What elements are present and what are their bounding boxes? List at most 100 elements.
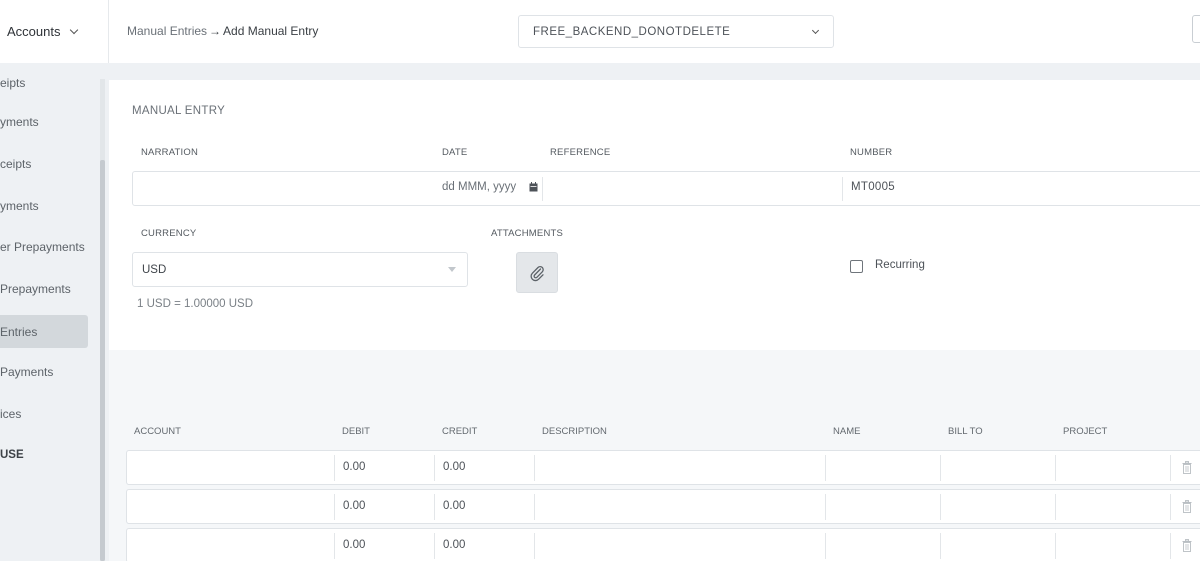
- narration-label: NARRATION: [141, 147, 199, 158]
- account-cell[interactable]: [127, 451, 333, 484]
- cell-divider: [1055, 533, 1056, 559]
- exchange-rate-text: 1 USD = 1.00000 USD: [137, 298, 254, 310]
- organization-select[interactable]: FREE_BACKEND_DONOTDELETE: [518, 15, 834, 48]
- sidebar-item-customer-prepayments[interactable]: er Prepayments: [0, 230, 88, 263]
- cell-divider: [825, 533, 826, 559]
- number-label: NUMBER: [850, 147, 893, 158]
- breadcrumb-parent-link[interactable]: Manual Entries: [127, 24, 207, 38]
- manual-entry-card: [109, 80, 1200, 350]
- arrow-right-icon: →: [209, 24, 222, 38]
- calendar-icon[interactable]: [529, 182, 538, 192]
- column-header-bill-to: BILL TO: [948, 426, 983, 437]
- attachments-label: ATTACHMENTS: [491, 228, 564, 239]
- cell-divider: [1170, 455, 1171, 481]
- column-header-debit: DEBIT: [342, 426, 370, 437]
- cell-divider: [534, 455, 535, 481]
- cell-divider: [940, 533, 941, 559]
- field-divider: [542, 177, 543, 201]
- sidebar-scrollbar-thumb[interactable]: [100, 160, 105, 561]
- cell-divider: [434, 455, 435, 481]
- chevron-down-icon: [70, 25, 79, 34]
- recurring-label: Recurring: [875, 259, 925, 271]
- date-input[interactable]: dd MMM, yyyy: [442, 181, 516, 193]
- accounts-menu-label: Accounts: [7, 24, 61, 39]
- sidebar-item-label: eipts: [0, 75, 26, 90]
- sidebar-item-invoices[interactable]: ices: [0, 397, 88, 430]
- sidebar-item-receipts[interactable]: eipts: [0, 66, 88, 99]
- currency-select[interactable]: USD: [132, 252, 468, 287]
- account-cell[interactable]: [127, 529, 333, 561]
- top-right-button[interactable]: [1192, 15, 1200, 43]
- trash-icon[interactable]: [1182, 461, 1192, 474]
- currency-label: CURRENCY: [141, 228, 197, 239]
- column-header-credit: CREDIT: [442, 426, 478, 437]
- credit-cell[interactable]: 0.00: [443, 539, 465, 551]
- top-bar: Accounts Manual Entries → Add Manual Entry…: [0, 0, 1200, 63]
- date-label: DATE: [442, 147, 468, 158]
- table-row: 0.00 0.00: [126, 528, 1200, 561]
- field-divider: [842, 177, 843, 201]
- sidebar-item-label: ices: [0, 406, 22, 421]
- chevron-down-icon: [811, 26, 820, 35]
- sidebar-item-label: yments: [0, 198, 39, 213]
- breadcrumb: Manual Entries → Add Manual Entry: [127, 24, 318, 38]
- cell-divider: [334, 455, 335, 481]
- debit-cell[interactable]: 0.00: [343, 461, 365, 473]
- sidebar-item-label: Prepayments: [0, 281, 71, 296]
- sidebar-item-receipts-2[interactable]: ceipts: [0, 147, 88, 180]
- credit-cell[interactable]: 0.00: [443, 461, 465, 473]
- column-header-project: PROJECT: [1063, 426, 1108, 437]
- recurring-checkbox[interactable]: [850, 260, 863, 273]
- cell-divider: [940, 494, 941, 520]
- credit-cell[interactable]: 0.00: [443, 500, 465, 512]
- organization-value: FREE_BACKEND_DONOTDELETE: [533, 25, 731, 38]
- sidebar-item-label: Entries: [0, 324, 38, 339]
- sidebar-item-payments[interactable]: yments: [0, 105, 88, 138]
- section-title: MANUAL ENTRY: [132, 105, 226, 117]
- cell-divider: [1055, 494, 1056, 520]
- sidebar-item-supplier-prepayments[interactable]: Prepayments: [0, 272, 88, 305]
- debit-cell[interactable]: 0.00: [343, 539, 365, 551]
- cell-divider: [334, 533, 335, 559]
- breadcrumb-current: Add Manual Entry: [223, 24, 319, 38]
- sidebar-item-manual-entries[interactable]: Entries: [0, 315, 88, 348]
- trash-icon[interactable]: [1182, 500, 1192, 513]
- reference-label: REFERENCE: [550, 147, 611, 158]
- column-header-account: ACCOUNT: [134, 426, 181, 437]
- table-row: 0.00 0.00: [126, 450, 1200, 485]
- sidebar-item-label: ceipts: [0, 156, 32, 171]
- sidebar-item-label: USE: [0, 448, 24, 461]
- sidebar-item-payments-2[interactable]: yments: [0, 189, 88, 222]
- accounts-menu-button[interactable]: Accounts: [0, 0, 109, 63]
- sidebar-item-batch-payments[interactable]: Payments: [0, 355, 88, 388]
- caret-down-icon: [448, 267, 456, 272]
- narration-input[interactable]: [133, 172, 433, 205]
- table-row: 0.00 0.00: [126, 489, 1200, 524]
- number-input[interactable]: MT0005: [851, 181, 895, 193]
- cell-divider: [434, 533, 435, 559]
- cell-divider: [534, 494, 535, 520]
- sidebar-item-label: er Prepayments: [0, 239, 85, 254]
- cell-divider: [1170, 533, 1171, 559]
- cell-divider: [825, 455, 826, 481]
- cell-divider: [1055, 455, 1056, 481]
- sidebar-item-label: yments: [0, 114, 39, 129]
- account-cell[interactable]: [127, 490, 333, 523]
- column-header-name: NAME: [833, 426, 861, 437]
- cell-divider: [434, 494, 435, 520]
- currency-value: USD: [142, 263, 167, 276]
- reference-input[interactable]: [542, 172, 842, 205]
- cell-divider: [1170, 494, 1171, 520]
- debit-cell[interactable]: 0.00: [343, 500, 365, 512]
- entry-fields-row: [132, 171, 1200, 206]
- sidebar-item-label: Payments: [0, 364, 54, 379]
- cell-divider: [940, 455, 941, 481]
- cell-divider: [534, 533, 535, 559]
- column-header-description: DESCRIPTION: [542, 426, 607, 437]
- attach-file-button[interactable]: [516, 252, 558, 293]
- cell-divider: [825, 494, 826, 520]
- cell-divider: [334, 494, 335, 520]
- trash-icon[interactable]: [1182, 539, 1192, 552]
- paperclip-icon: [530, 265, 544, 281]
- sidebar-section-heading: USE: [0, 438, 88, 471]
